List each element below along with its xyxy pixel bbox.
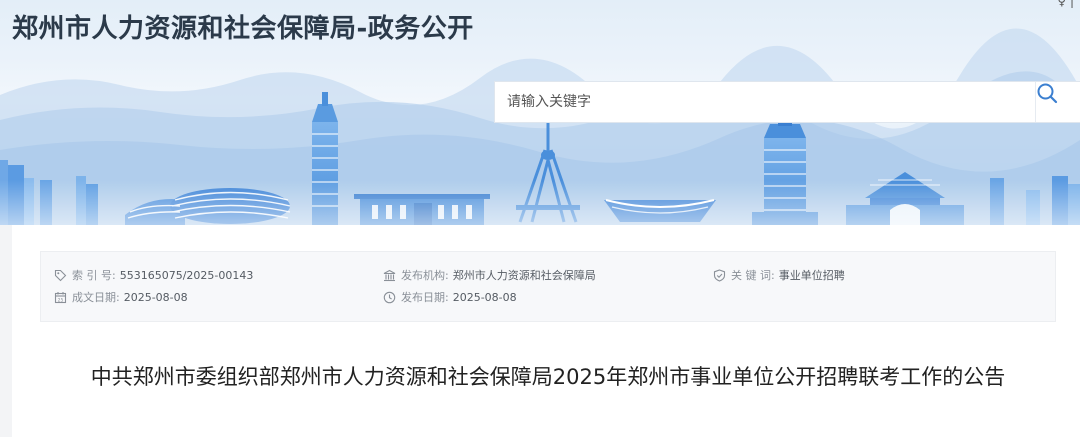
article-title: 中共郑州市委组织部郑州市人力资源和社会保障局2025年郑州市事业单位公开招聘联考… [90,365,1006,389]
clock-icon [383,291,396,303]
search-button[interactable] [1035,82,1080,122]
svg-text:25: 25 [58,297,64,303]
corner-mark: ♀ | [1057,0,1074,8]
meta-created-label: 成文日期: [72,291,120,304]
search-icon [1037,83,1058,104]
meta-keywords-value: 事业单位招聘 [778,269,845,282]
meta-index-label: 索 引 号: [72,269,116,282]
meta-keywords-label: 关 键 词: [731,269,775,282]
calendar-icon: 25 [54,291,67,303]
meta-created-value: 2025-08-08 [123,290,188,304]
shield-icon [713,268,726,282]
building-icon [383,269,396,281]
site-title: 郑州市人力资源和社会保障局-政务公开 [12,14,474,44]
search-input[interactable] [495,82,1035,122]
tag-icon [54,269,67,281]
search-bar [494,81,1080,123]
header-banner: 郑州市人力资源和社会保障局-政务公开 ♀ | [0,0,1080,225]
meta-published-value: 2025-08-08 [452,290,517,304]
meta-published-label: 发布日期: [401,291,449,304]
meta-keywords: 关 键 词: 事业单位招聘 [713,266,845,284]
meta-index-value: 553165075/2025-00143 [119,268,254,282]
meta-published-date: 发布日期: 2025-08-08 [383,288,517,306]
document-meta-panel [40,251,1056,322]
meta-created-date: 25 成文日期: 2025-08-08 [54,288,188,306]
meta-publisher-value: 郑州市人力资源和社会保障局 [452,269,596,282]
meta-publisher-label: 发布机构: [401,269,449,282]
meta-index-number: 索 引 号: 553165075/2025-00143 [54,266,253,284]
meta-publisher: 发布机构: 郑州市人力资源和社会保障局 [383,266,596,284]
